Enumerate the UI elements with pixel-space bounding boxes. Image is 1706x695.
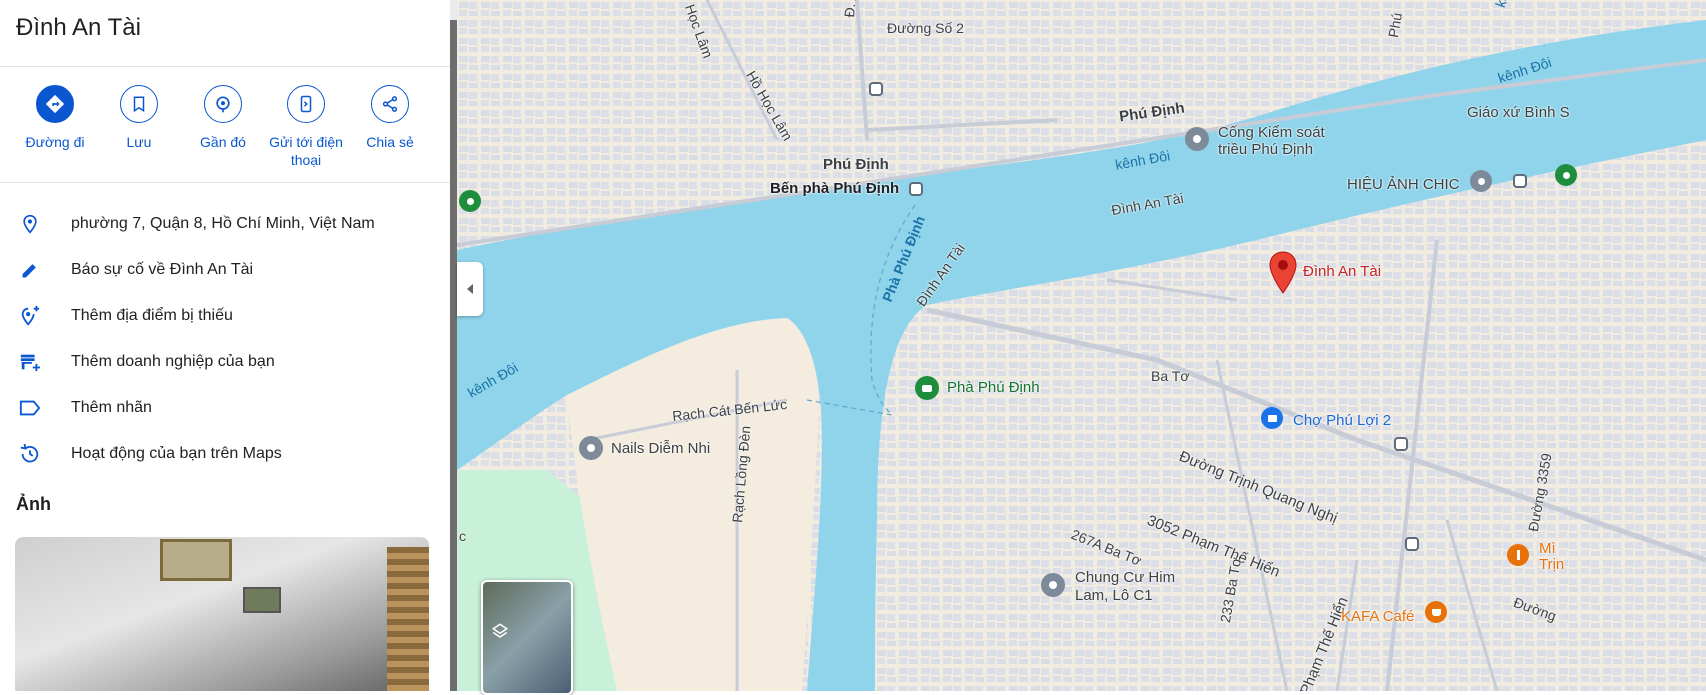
shop-icon-dot [1477, 177, 1485, 185]
bus-stop-icon[interactable] [1394, 437, 1408, 451]
apartment-icon-dot [1049, 581, 1057, 589]
photo-frame [243, 587, 281, 613]
add-business-icon [18, 350, 42, 374]
landmark-icon-dot [1193, 135, 1201, 143]
history-icon [18, 442, 42, 466]
add-missing-place-text: Thêm địa điểm bị thiếu [71, 307, 233, 324]
place-icon[interactable] [1555, 164, 1577, 186]
poi-label: Chợ Phú Lợi 2 [1293, 412, 1392, 429]
street-label: c [459, 528, 466, 544]
nearby-label: Gần đó [200, 134, 246, 150]
poi-label: Nails Diễm Nhi [611, 440, 711, 457]
pencil-icon [18, 258, 42, 282]
location-pin-icon [18, 212, 42, 236]
share-icon [371, 85, 409, 123]
poi-label: Phà Phú Định [947, 379, 1040, 396]
street-label: Đ. A [841, 0, 860, 18]
nearby-icon [204, 85, 242, 123]
bookmark-icon [120, 85, 158, 123]
ferry-poi-icon-glyph [922, 384, 932, 392]
street-label: Đường Số 2 [887, 20, 964, 36]
salon-icon[interactable] [579, 436, 603, 460]
place-icon[interactable] [459, 190, 481, 212]
photo-railing [387, 547, 429, 691]
cafe-icon[interactable] [1425, 601, 1447, 623]
poi-label: HIỆU ẢNH CHIC [1347, 176, 1460, 193]
add-label-row[interactable]: Thêm nhãn [0, 385, 450, 431]
photos-heading: Ảnh [16, 494, 51, 514]
map-canvas[interactable]: Đường Số 2 Học Lâm Hồ Học Lâm Đ. A Phú Đ… [457, 0, 1706, 691]
place-photo[interactable] [15, 537, 429, 691]
place-icon-dot [1562, 171, 1570, 179]
add-business-text: Thêm doanh nghiệp của bạn [71, 353, 275, 370]
salon-icon-dot [587, 444, 595, 452]
poi-label: Trịn [1539, 556, 1565, 573]
layers-icon [491, 623, 509, 638]
nearby-button[interactable]: Gần đó [178, 85, 268, 151]
share-button[interactable]: Chia sẻ [345, 85, 435, 151]
street-label: Phú Định [823, 156, 889, 173]
place-icon-dot [466, 197, 474, 205]
poi-label: Chung Cư Him [1075, 569, 1176, 586]
restaurant-icon[interactable] [1507, 544, 1529, 566]
poi-label: Lam, Lô C1 [1075, 587, 1153, 604]
directions-icon [36, 85, 74, 123]
cafe-icon-glyph [1431, 608, 1441, 616]
send-to-phone-button[interactable]: Gửi tới điện thoại [261, 85, 351, 169]
maps-activity-row[interactable]: Hoạt động của bạn trên Maps [0, 431, 450, 477]
bus-stop-icon[interactable] [869, 82, 883, 96]
directions-label: Đường đi [25, 134, 85, 150]
street-label: Ba Tơ [1151, 368, 1190, 384]
poi-label: KAFA Café [1341, 608, 1415, 625]
ferry-terminal-label: Bến phà Phú Định [770, 180, 900, 197]
send-to-phone-label: Gửi tới điện thoại [269, 134, 343, 168]
divider [0, 66, 450, 67]
bus-stop-icon[interactable] [1513, 174, 1527, 188]
poi-label: Mì [1539, 540, 1556, 557]
poi-label: triều Phú Định [1218, 141, 1314, 158]
layers-toggle-button[interactable] [481, 580, 573, 695]
report-issue-text: Báo sự cố về Đình An Tài [71, 261, 254, 278]
landmark-icon[interactable] [1185, 127, 1209, 151]
panel-scrollbar-thumb[interactable] [450, 20, 457, 691]
directions-button[interactable]: Đường đi [10, 85, 100, 151]
add-missing-place-row[interactable]: Thêm địa điểm bị thiếu [0, 293, 450, 339]
place-title: Đình An Tài [16, 14, 141, 41]
label-icon [18, 396, 42, 420]
add-location-icon [18, 304, 42, 328]
address-row[interactable]: phường 7, Quận 8, Hồ Chí Minh, Việt Nam [0, 201, 450, 247]
save-label: Lưu [126, 134, 152, 150]
save-button[interactable]: Lưu [94, 85, 184, 151]
ferry-poi-icon[interactable] [915, 376, 939, 400]
photo-frame [160, 539, 232, 581]
maps-activity-text: Hoạt động của bạn trên Maps [71, 445, 282, 462]
apartment-icon[interactable] [1041, 573, 1065, 597]
divider [0, 182, 450, 183]
market-icon-glyph [1267, 414, 1277, 422]
shop-icon[interactable] [1470, 170, 1492, 192]
report-issue-row[interactable]: Báo sự cố về Đình An Tài [0, 247, 450, 293]
collapse-panel-button[interactable] [457, 262, 483, 316]
address-text: phường 7, Quận 8, Hồ Chí Minh, Việt Nam [71, 215, 375, 232]
market-icon[interactable] [1261, 407, 1283, 429]
send-to-phone-icon [287, 85, 325, 123]
add-business-row[interactable]: Thêm doanh nghiệp của bạn [0, 339, 450, 385]
selected-place-label: Đình An Tài [1303, 263, 1382, 280]
restaurant-icon-glyph [1516, 550, 1520, 560]
ferry-icon[interactable] [909, 182, 923, 196]
add-label-text: Thêm nhãn [71, 399, 152, 416]
selected-place-pin-icon[interactable] [1267, 250, 1299, 294]
caret-left-icon [467, 284, 473, 294]
share-label: Chia sẻ [366, 134, 414, 150]
place-panel: Đình An Tài Đường đi Lưu Gần đó Gửi tới … [0, 0, 450, 691]
poi-label: Giáo xứ Bình S [1467, 104, 1570, 121]
bus-stop-icon[interactable] [1405, 537, 1419, 551]
poi-label: Cống Kiểm soát [1218, 124, 1325, 141]
